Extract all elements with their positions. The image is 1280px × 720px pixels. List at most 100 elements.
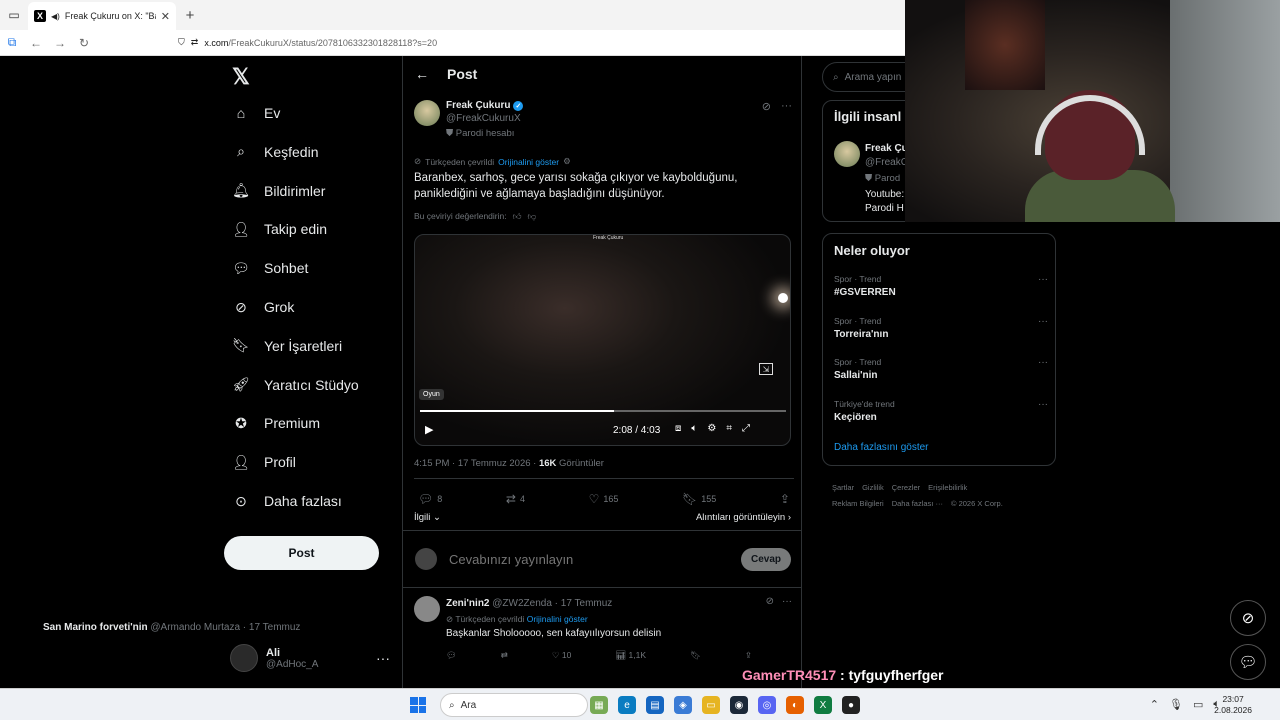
file-explorer-icon[interactable]: ▭ [702,696,720,714]
tray-chevron-icon[interactable]: ⌃ [1150,698,1159,711]
footer-link[interactable]: Reklam Bilgileri [832,499,884,508]
more-dots-icon[interactable]: ··· [782,596,792,607]
trend-item[interactable]: Spor · Trend Torreira'nın ··· [834,316,1048,340]
relevant-handle[interactable]: @FreakC [865,157,908,168]
reply-author[interactable]: Zeni'nin2 [446,598,490,609]
nav-item[interactable]: 👤︎ Profil [232,453,296,471]
share-action[interactable]: ⇪ [780,492,790,506]
grok-icon[interactable]: ⊘ [766,596,774,607]
microphone-icon[interactable]: 🎙︎ [1169,698,1183,711]
nav-item[interactable]: 🔖︎ Yer İşaretleri [232,337,342,355]
obs-icon[interactable]: ● [842,696,860,714]
view-quotes-link[interactable]: Alıntıları görüntüleyin › [696,512,791,523]
footer-link[interactable]: © 2026 X Corp. [951,499,1003,508]
settings-icon[interactable]: ⚙ [707,423,716,434]
grok-icon[interactable]: ⊘ [762,100,771,113]
volume-icon[interactable]: 🔈︎ [691,423,697,434]
tracking-shield-icon[interactable]: ⛉ [178,37,185,48]
workspaces-icon[interactable]: ⧉ [0,35,24,50]
close-tab-icon[interactable]: ✕ [161,10,170,23]
account-switcher[interactable]: Ali @AdHoc_A ··· [230,644,390,672]
reply-action[interactable]: 💬︎ 8 [418,492,442,506]
footer-link[interactable]: Şartlar [832,483,854,492]
author-avatar[interactable] [414,100,440,126]
crop-icon[interactable]: ⌗ [726,423,732,434]
nav-item[interactable]: 🚀︎ Yaratıcı Stüdyo [232,376,359,394]
footer-link[interactable]: Erişilebilirlik [928,483,967,492]
settings-icon[interactable]: ⚙ [563,156,571,167]
nav-item[interactable]: 🔔︎ Bildirimler [232,182,325,200]
reply-author[interactable]: San Marino forveti'nin [43,622,148,633]
like-action[interactable]: ♡ 165 [589,492,619,506]
trend-item[interactable]: Türkiye'de trend Keçiören ··· [834,399,1048,423]
nav-item[interactable]: ⊙ Daha fazlası [232,492,342,510]
post-button[interactable]: Post [224,536,379,570]
thumbs-up-icon[interactable]: 👍︎ [513,211,522,222]
reply-icon[interactable]: 💬︎ [446,650,457,661]
nav-item[interactable]: ⊘ Grok [232,298,294,316]
more-dots-icon[interactable]: ··· [1038,316,1048,327]
network-icon[interactable]: ▭ [1193,698,1203,711]
trend-item[interactable]: Spor · Trend #GSVERREN ··· [834,274,1048,298]
nav-item[interactable]: ⌕ Keşfedin [232,143,318,161]
relevant-avatar[interactable] [834,141,860,167]
taskbar-search[interactable]: ⌕ Ara [440,693,588,717]
video-player[interactable]: Freak Çukuru ⇲ Oyun ▶ 2:08 / 4:03 ⧈ 🔈︎ ⚙… [414,234,791,446]
more-dots-icon[interactable]: ··· [1038,399,1048,410]
post-timestamp[interactable]: 4:15 PM · 17 Temmuz 2026 · [414,458,539,469]
steam-icon[interactable]: ◉ [730,696,748,714]
more-dots-icon[interactable]: ··· [1038,357,1048,368]
edge-icon[interactable]: e [618,696,636,714]
bookmark-icon[interactable]: 🔖︎ [690,650,701,661]
views-action[interactable]: 📊︎ 1,1K [615,650,646,661]
browser-tab[interactable]: X ◀) Freak Çukuru on X: "Baranb ✕ [28,2,176,30]
messages-fab-icon[interactable]: 💬︎ [1230,644,1266,680]
back-arrow-icon[interactable]: ← [415,66,429,82]
grok-fab-icon[interactable]: ⊘ [1230,600,1266,636]
url-field[interactable]: ⛉ ⇄ x.com/FreakCukuruX/status/2078106332… [178,37,437,48]
x-logo-icon[interactable]: 𝕏 [232,64,250,90]
bookmark-action[interactable]: 🔖︎ 155 [682,492,716,506]
reply-handle[interactable]: @ZW2Zenda · 17 Temmuz [492,598,612,609]
nav-item[interactable]: 👤︎ Takip edin [232,220,327,238]
forward-icon[interactable]: → [48,36,72,50]
relevant-name[interactable]: Freak Çu [865,143,908,154]
picture-in-picture-icon[interactable]: ⇲ [759,363,773,375]
taskbar-clock[interactable]: 23:07 2.08.2026 [1214,694,1252,716]
excel-icon[interactable]: X [814,696,832,714]
taskbar-app-icon[interactable]: ▦ [590,696,608,714]
more-dots-icon[interactable]: ··· [376,650,390,666]
network-app-icon[interactable]: ◈ [674,696,692,714]
reply-input[interactable] [449,551,729,567]
store-icon[interactable]: ▤ [646,696,664,714]
play-icon[interactable]: ▶ [425,423,433,436]
footer-link[interactable]: Daha fazlası ··· [892,499,943,508]
thumbs-down-icon[interactable]: 👎︎ [528,211,537,222]
footer-link[interactable]: Gizlilik [862,483,884,492]
nav-item[interactable]: ✪ Premium [232,414,320,432]
discord-icon[interactable]: ◎ [758,696,776,714]
author-handle[interactable]: @FreakCukuruX [446,113,523,124]
sort-relevant[interactable]: İlgili ⌄ [414,512,441,523]
reply-avatar[interactable] [414,596,440,622]
share-icon[interactable]: ⇪ [745,650,752,661]
audio-icon[interactable]: ◀) [51,12,60,21]
firefox-icon[interactable]: ◐ [786,696,804,714]
back-icon[interactable]: ← [24,36,48,50]
reply-button[interactable]: Cevap [740,547,791,571]
reply-handle[interactable]: @Armando Murtaza · 17 Temmuz [150,622,300,633]
nav-item[interactable]: ⌂ Ev [232,104,281,122]
author-name[interactable]: Freak Çukuru [446,100,510,111]
permissions-icon[interactable]: ⇄ [191,37,199,48]
fullscreen-icon[interactable]: ⤢ [742,423,750,434]
reply-show-original[interactable]: Orijinalini göster [527,614,588,624]
captions-icon[interactable]: ⧈ [675,423,681,434]
video-progress-bar[interactable] [420,410,786,412]
repost-action[interactable]: ⇄ 4 [506,492,525,506]
tab-actions-icon[interactable]: ▭ [0,0,28,30]
footer-link[interactable]: Çerezler [892,483,920,492]
more-dots-icon[interactable]: ··· [781,100,792,113]
reply-item[interactable]: San Marino forveti'nin @Armando Murtaza … [43,622,300,633]
show-more-link[interactable]: Daha fazlasını göster [834,442,929,453]
new-tab-button[interactable]: + [176,7,204,24]
